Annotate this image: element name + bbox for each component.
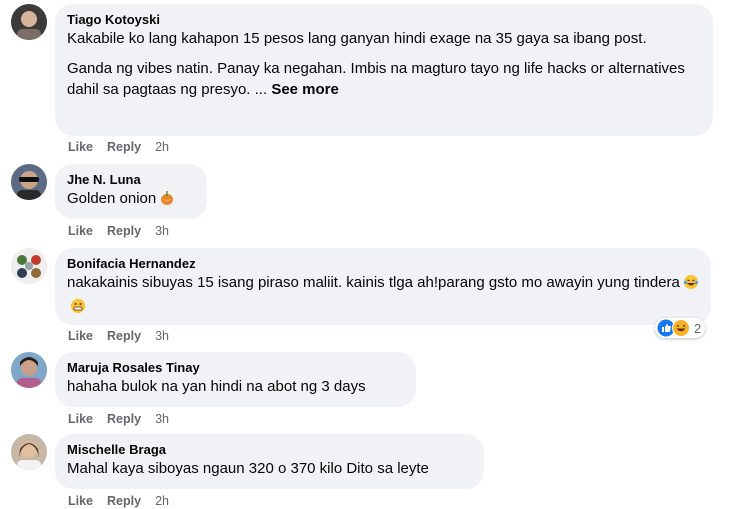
comment-actions: Like Reply 2h <box>68 139 169 155</box>
avatar-jhe[interactable] <box>11 164 47 200</box>
like-button[interactable]: Like <box>68 140 93 154</box>
comment-author[interactable]: Bonifacia Hernandez <box>67 255 699 272</box>
comment-actions: Like Reply 3h <box>68 411 169 427</box>
avatar-bonifacia[interactable] <box>11 248 47 284</box>
like-button[interactable]: Like <box>68 494 93 508</box>
comment-text: nakakainis sibuyas 15 isang piraso malii… <box>67 272 699 320</box>
comment-author[interactable]: Maruja Rosales Tinay <box>67 359 404 376</box>
reply-button[interactable]: Reply <box>107 329 141 343</box>
comment-text: Kakabile ko lang kahapon 15 pesos lang g… <box>67 30 647 47</box>
comment-bubble: Tiago Kotoyski Kakabile ko lang kahapon … <box>55 4 713 136</box>
reply-button[interactable]: Reply <box>107 494 141 508</box>
comment-text: Mahal kaya siboyas ngaun 320 o 370 kilo … <box>67 460 429 477</box>
comment-timestamp[interactable]: 3h <box>155 412 169 426</box>
comment-actions: Like Reply 3h <box>68 223 169 239</box>
reply-button[interactable]: Reply <box>107 140 141 154</box>
comment-author[interactable]: Tiago Kotoyski <box>67 11 701 28</box>
comment-bubble: Bonifacia Hernandez nakakainis sibuyas 1… <box>55 248 711 325</box>
comment-timestamp[interactable]: 2h <box>155 140 169 154</box>
comment-author[interactable]: Jhe N. Luna <box>67 171 195 188</box>
onion-emoji <box>159 190 175 212</box>
see-more-link[interactable]: See more <box>271 81 339 98</box>
reply-button[interactable]: Reply <box>107 412 141 426</box>
comment-text-part: Golden onion <box>67 190 157 207</box>
comment-text: Ganda ng vibes natin. Panay ka negahan. … <box>67 58 701 100</box>
avatar-maruja[interactable] <box>11 352 47 388</box>
comment-text: hahaha bulok na yan hindi na abot ng 3 d… <box>67 378 366 395</box>
comment-text: Golden onion <box>67 188 195 212</box>
like-button[interactable]: Like <box>68 412 93 426</box>
laughing-tears-emoji <box>683 274 699 296</box>
avatar-mischelle[interactable] <box>11 434 47 470</box>
comment-actions: Like Reply 2h <box>68 493 169 509</box>
avatar-tiago[interactable] <box>11 4 47 40</box>
reaction-count: 2 <box>694 320 702 336</box>
comment-bubble: Mischelle Braga Mahal kaya siboyas ngaun… <box>55 434 484 489</box>
reply-button[interactable]: Reply <box>107 224 141 238</box>
comment-bubble: Maruja Rosales Tinay hahaha bulok na yan… <box>55 352 416 407</box>
comment-actions: Like Reply 3h <box>68 328 169 344</box>
grimace-emoji <box>70 298 86 320</box>
haha-reaction-icon <box>672 319 690 337</box>
comment-author[interactable]: Mischelle Braga <box>67 441 472 458</box>
comment-text-part: Ganda ng vibes natin. Panay ka negahan. … <box>67 60 685 98</box>
comment-timestamp[interactable]: 2h <box>155 494 169 508</box>
like-button[interactable]: Like <box>68 329 93 343</box>
comment-timestamp[interactable]: 3h <box>155 224 169 238</box>
comment-timestamp[interactable]: 3h <box>155 329 169 343</box>
comment-text-part: nakakainis sibuyas 15 isang piraso malii… <box>67 274 680 291</box>
like-button[interactable]: Like <box>68 224 93 238</box>
comment-bubble: Jhe N. Luna Golden onion <box>55 164 207 219</box>
reactions-summary[interactable]: 2 <box>655 318 706 338</box>
